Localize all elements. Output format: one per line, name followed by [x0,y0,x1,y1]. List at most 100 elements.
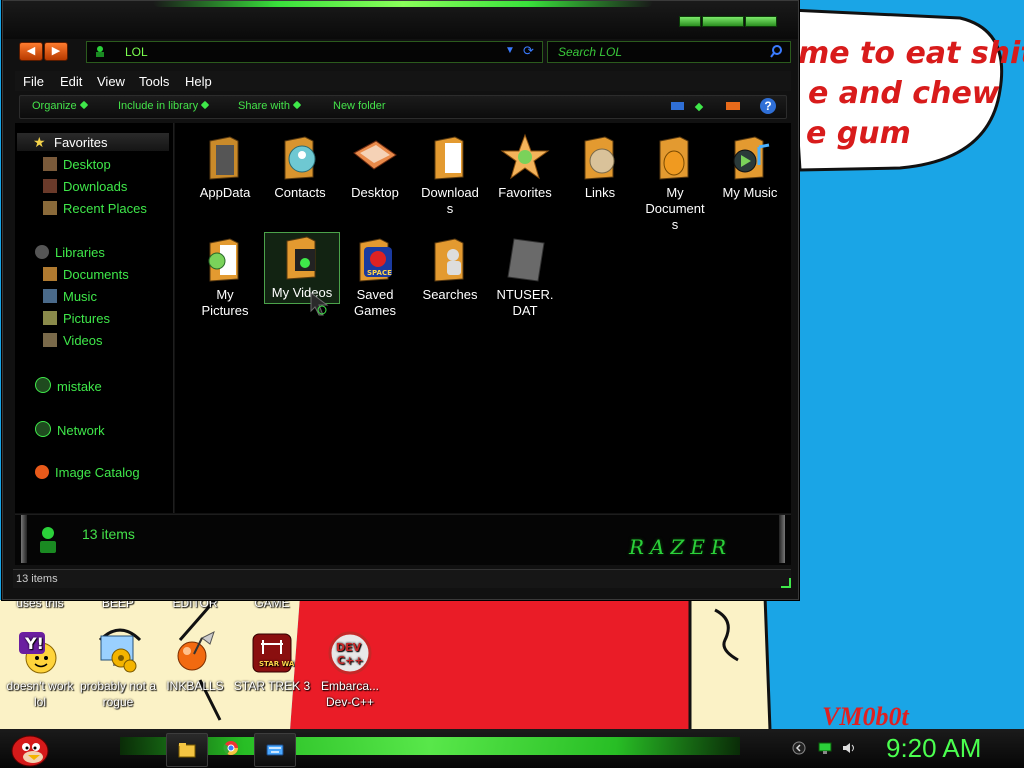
homegroup-icon [35,377,51,393]
nav-label: Recent Places [63,201,147,216]
details-pane: 13 items RAZER [15,514,791,565]
yahoo-messenger-icon: Y! [19,632,57,674]
include-in-library-button[interactable]: Include in library [118,100,210,112]
view-options-icon[interactable] [671,102,684,110]
organize-button[interactable]: Organize [32,100,88,112]
desktop-icon-star-trek[interactable]: STAR WARS STAR TREK 3 [232,630,312,694]
nav-item-image-catalog[interactable]: Image Catalog [35,465,140,480]
forward-arrow-icon: ▶ [51,45,61,57]
razer-folder-icon [96,46,104,57]
svg-text:DEV: DEV [336,641,362,654]
file-item[interactable]: SPACE Saved Games [338,235,412,319]
menu-help[interactable]: Help [185,74,212,89]
bubble-line-3: e gum [806,116,911,151]
minimize-button[interactable] [679,16,701,27]
desktop-folder-icon [353,140,397,170]
resize-grip-icon[interactable] [781,578,791,588]
bubble-line-1: me to eat shit [798,36,1024,71]
item-count: 13 items [82,526,135,542]
svg-text:Y!: Y! [24,634,44,653]
file-item[interactable]: Searches [413,235,487,303]
searches-folder-icon [434,238,464,282]
refresh-icon[interactable]: ⟳ [523,43,534,59]
file-item[interactable]: My Document s [638,133,712,233]
title-bar[interactable] [3,1,798,39]
nav-item-documents[interactable]: Documents [43,267,129,282]
desktop-icon-gears[interactable]: probably not a rogue [78,630,158,710]
file-item[interactable]: My Music [713,133,787,201]
taskbar-glow [120,737,740,755]
menu-file[interactable]: File [23,74,44,89]
navigation-bar: ◀ ▶ LOL ▼ ⟳ Search LOL [3,39,798,65]
desktop-icon-yahoo[interactable]: Y! doesn't work lol [0,630,80,710]
nav-item-libraries[interactable]: Libraries [35,245,105,260]
file-item[interactable]: My Pictures [188,235,262,319]
file-item[interactable]: Contacts [263,133,337,201]
saved-games-folder-icon: SPACE [359,238,392,282]
star-icon: ★ [33,134,46,150]
taskbar-keyboard-button[interactable] [254,733,296,767]
forward-button[interactable]: ▶ [44,42,68,61]
share-with-label: Share with [238,100,290,112]
address-bar[interactable]: LOL ▼ ⟳ [86,41,543,63]
menu-edit[interactable]: Edit [60,74,82,89]
taskbar-clock[interactable]: 9:20 AM [886,733,981,764]
file-item[interactable]: AppData [188,133,262,201]
details-pane-right-edge [779,515,785,563]
nav-label: Documents [63,267,129,282]
file-item[interactable]: Links [563,133,637,201]
taskbar-chrome-button[interactable] [218,737,244,761]
desktop-icon-label: STAR TREK 3 [233,679,311,693]
network-tray-icon[interactable] [818,741,832,755]
address-dropdown-icon[interactable]: ▼ [505,45,515,56]
angry-bird-icon [11,735,49,767]
downloads-icon [43,179,57,193]
nav-item-network[interactable]: Network [35,421,105,438]
view-dropdown-icon[interactable] [694,102,704,112]
file-item[interactable]: Desktop [338,133,412,201]
file-label: Favorites [498,185,552,200]
show-hidden-icons-icon[interactable] [792,741,806,755]
desktop-icon-inkballs[interactable]: INKBALLS [155,630,235,694]
folder-icon [178,743,196,758]
help-icon[interactable]: ? [760,98,776,114]
menu-bar: File Edit View Tools Help [15,71,791,91]
back-button[interactable]: ◀ [19,42,43,61]
maximize-button[interactable] [702,16,744,27]
menu-tools[interactable]: Tools [139,74,169,89]
preview-pane-icon[interactable] [726,102,740,110]
nav-item-pictures[interactable]: Pictures [43,311,110,326]
favorites-header[interactable]: ★ Favorites [17,133,169,151]
nav-item-downloads[interactable]: Downloads [43,179,127,194]
share-with-button[interactable]: Share with [238,100,302,112]
nav-item-recent-places[interactable]: Recent Places [43,201,147,216]
nav-item-videos[interactable]: Videos [43,333,103,348]
include-in-library-label: Include in library [118,100,199,112]
new-folder-button[interactable]: New folder [333,100,386,112]
desktop-icon-dev-cpp[interactable]: DEV C++ Embarca... Dev-C++ [310,630,390,710]
bubble-line-2: e and chew [808,76,1000,111]
nav-item-mistake[interactable]: mistake [35,377,102,394]
search-box[interactable]: Search LOL [547,41,791,63]
taskbar-explorer-button[interactable] [166,733,208,767]
nav-label: Libraries [55,245,105,260]
file-label: Contacts [274,185,326,200]
favorites-label: Favorites [54,135,108,150]
start-button[interactable] [6,729,52,768]
search-icon[interactable] [770,45,783,58]
nav-label: Music [63,289,97,304]
star-wars-icon: STAR WARS [252,633,295,673]
inkball-icon [177,631,215,671]
nav-item-music[interactable]: Music [43,289,97,304]
address-text: LOL [125,45,148,59]
appdata-folder-icon [209,136,239,180]
file-label: Saved Games [354,287,396,318]
file-item[interactable]: Favorites [488,133,562,201]
file-item[interactable]: NTUSER. DAT [488,235,562,319]
title-glow [153,1,653,7]
close-button[interactable] [745,16,777,27]
menu-view[interactable]: View [97,74,125,89]
nav-item-desktop[interactable]: Desktop [43,157,111,172]
volume-icon[interactable] [842,741,856,755]
file-item[interactable]: Download s [413,133,487,217]
